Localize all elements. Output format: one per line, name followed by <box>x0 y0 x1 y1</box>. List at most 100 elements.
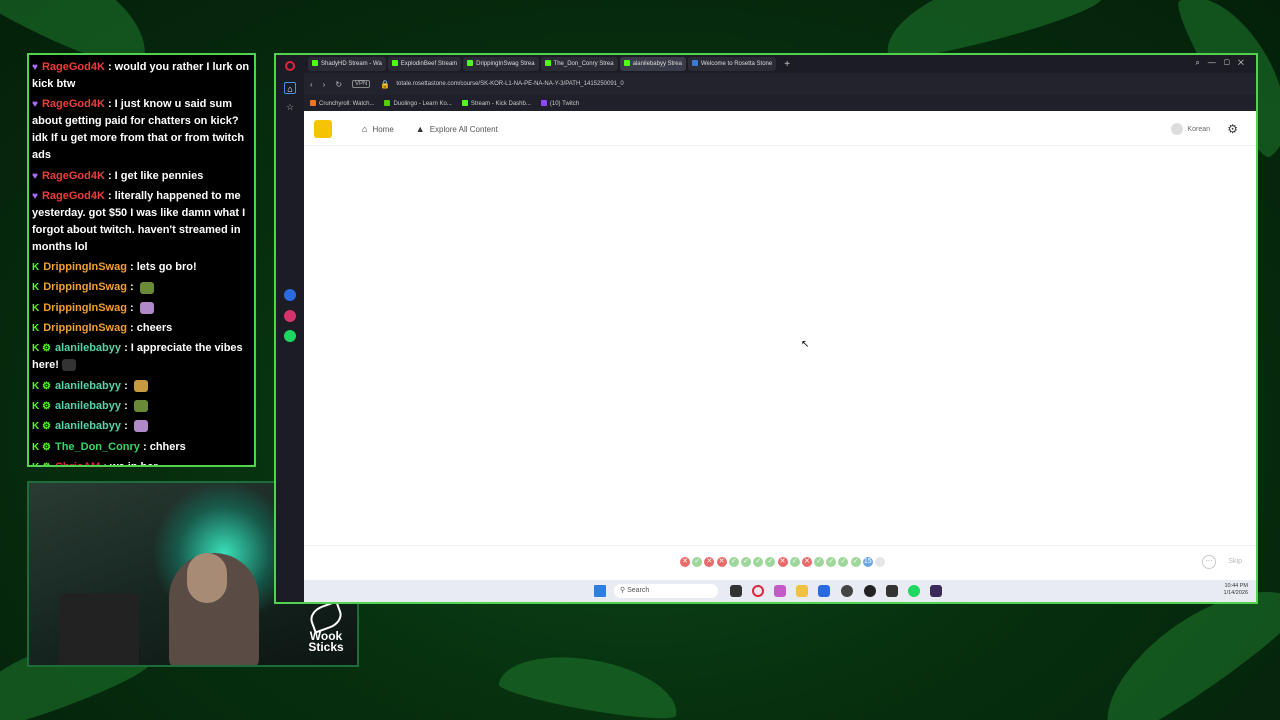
bookmark-favicon-icon <box>384 99 391 106</box>
bookmark-favicon-icon <box>461 99 468 106</box>
chat-username[interactable]: alanilebabyy <box>55 342 121 354</box>
app-icon[interactable] <box>864 585 876 597</box>
chat-message: ♥ RageGod4K : I just know u said sum abou… <box>32 96 251 164</box>
chat-username[interactable]: ChrisAM <box>55 461 100 465</box>
chat-username[interactable]: The_Don_Conry <box>55 441 140 453</box>
more-icon[interactable]: ⋯ <box>1202 555 1216 569</box>
skip-button[interactable]: Skip <box>1228 558 1242 565</box>
opera-logo-icon[interactable] <box>285 61 295 71</box>
progress-dot-correct[interactable]: ✓ <box>753 557 764 567</box>
progress-dot-correct[interactable]: ✓ <box>728 557 739 567</box>
browser-tab[interactable]: The_Don_Conry Strea <box>540 57 618 71</box>
chat-message: ♥ RageGod4K : literally happened to me ye… <box>32 188 251 256</box>
progress-dot-correct[interactable]: ✓ <box>826 557 837 567</box>
vpn-badge[interactable]: VPN <box>352 80 371 88</box>
url-field[interactable]: totale.rosettastone.com/course/SK-KOR-L1… <box>392 77 632 91</box>
chat-username[interactable]: DrippingInSwag <box>43 261 127 273</box>
new-tab-button[interactable]: + <box>784 59 790 70</box>
chat-panel: ♥ RageGod4K : would you rather I lurk on … <box>27 53 256 467</box>
progress-dot-incorrect[interactable]: ✕ <box>716 557 727 567</box>
progress-dot-incorrect[interactable]: ✕ <box>704 557 715 567</box>
bookmark-item[interactable]: Duolingo - Learn Ko... <box>384 99 452 107</box>
app-icon[interactable] <box>818 585 830 597</box>
back-icon[interactable]: ‹ <box>310 80 313 89</box>
system-clock: 10:44 PM 1/14/2026 <box>1224 583 1248 597</box>
progress-dot-correct[interactable]: ✓ <box>740 557 751 567</box>
browser-tab[interactable]: DrippingInSwag Strea <box>463 57 539 71</box>
progress-dot-correct[interactable]: ✓ <box>814 557 825 567</box>
gear-icon[interactable]: ⚙ <box>1227 122 1238 136</box>
bookmark-item[interactable]: (10) Twitch <box>540 99 579 107</box>
file-explorer-icon[interactable] <box>796 585 808 597</box>
chat-username[interactable]: DrippingInSwag <box>43 322 127 334</box>
spotify-taskbar-icon[interactable] <box>908 585 920 597</box>
task-view-icon[interactable] <box>730 585 742 597</box>
progress-dot-correct[interactable]: ✓ <box>765 557 776 567</box>
chat-badge-icon: K <box>32 323 40 335</box>
logo-line2: Sticks <box>308 640 344 654</box>
chat-username[interactable]: alanilebabyy <box>55 380 121 392</box>
window-controls[interactable]: ⌕—▢✕ <box>1195 58 1252 68</box>
progress-dot-correct[interactable]: ✓ <box>692 557 703 567</box>
chat-text: : <box>121 379 131 392</box>
tab-favicon-icon <box>544 60 551 66</box>
chat-username[interactable]: alanilebabyy <box>55 400 121 412</box>
browser-tab[interactable]: alanilebabyy Strea <box>619 57 686 71</box>
tab-favicon-icon <box>691 60 698 66</box>
progress-dot-correct[interactable]: ✓ <box>789 557 800 567</box>
windows-start-icon[interactable] <box>594 585 606 597</box>
rosetta-stone-logo[interactable] <box>314 120 332 138</box>
obs-icon[interactable] <box>930 585 942 597</box>
copilot-icon[interactable] <box>774 585 786 597</box>
progress-dot-correct[interactable]: ✓ <box>850 557 861 567</box>
app-icon[interactable] <box>841 585 853 597</box>
app-icon[interactable] <box>886 585 898 597</box>
progress-dot-incorrect[interactable]: ✕ <box>777 557 788 567</box>
language-selector[interactable]: Korean <box>1171 123 1210 135</box>
chat-emote-icon <box>139 281 154 294</box>
forward-icon[interactable]: › <box>323 80 326 89</box>
chat-message: K ⚙ ChrisAM : we in her <box>32 459 251 465</box>
instagram-icon[interactable] <box>284 310 296 322</box>
progress-dot-empty[interactable] <box>875 557 885 567</box>
user-avatar-icon <box>1171 123 1184 135</box>
nav-explore[interactable]: ▲ Explore All Content <box>416 124 498 134</box>
chat-username[interactable]: DrippingInSwag <box>43 281 127 293</box>
lock-icon: 🔒 <box>380 79 391 89</box>
browser-tab[interactable]: ExplodinBeef Stream <box>387 57 462 71</box>
chat-username[interactable]: DrippingInSwag <box>43 302 127 314</box>
chat-message: K ⚙ The_Don_Conry : chhers <box>32 439 251 456</box>
nav-home[interactable]: ⌂ Home <box>362 124 394 134</box>
chat-message: K ⚙ alanilebabyy : I appreciate the vibes… <box>32 340 251 374</box>
rosetta-nav: ⌂ Home ▲ Explore All Content Korean ⚙ <box>304 113 1256 146</box>
progress-dot-incorrect[interactable]: ✕ <box>680 557 690 567</box>
chat-text: : <box>126 281 137 294</box>
bookmark-item[interactable]: Stream - Kick Dashb... <box>461 99 531 107</box>
star-icon[interactable]: ☆ <box>284 101 296 113</box>
chat-message: K DrippingInSwag : <box>32 279 251 296</box>
chat-username[interactable]: RageGod4K <box>42 61 105 73</box>
chat-text: : cheers <box>126 322 173 335</box>
chat-username[interactable]: RageGod4K <box>42 98 105 110</box>
taskbar-search[interactable]: ⚲ Search <box>614 584 718 598</box>
spotify-icon[interactable] <box>284 330 296 342</box>
browser-tab[interactable]: ShadyHD Stream - Wa <box>308 57 386 71</box>
chat-username[interactable]: RageGod4K <box>42 170 105 182</box>
bookmark-label: Duolingo - Learn Ko... <box>393 100 452 107</box>
chat-badge-icon: K ⚙ <box>32 459 51 465</box>
progress-dot-current[interactable]: 15 <box>862 557 873 567</box>
browser-tab[interactable]: Welcome to Rosetta Stone <box>687 57 777 71</box>
chat-badge-icon: ♥ <box>32 62 38 73</box>
home-icon[interactable]: ⌂ <box>284 82 296 94</box>
messenger-icon[interactable] <box>284 289 296 301</box>
explore-icon: ▲ <box>415 124 425 134</box>
progress-dot-correct[interactable]: ✓ <box>838 557 849 567</box>
progress-dot-incorrect[interactable]: ✕ <box>801 557 812 567</box>
reload-icon[interactable]: ↻ <box>335 80 342 89</box>
chat-username[interactable]: RageGod4K <box>42 190 105 202</box>
chat-username[interactable]: alanilebabyy <box>55 420 121 432</box>
chat-emote-icon <box>133 379 148 392</box>
bookmark-item[interactable]: Crunchyroll: Watch... <box>310 99 374 107</box>
opera-taskbar-icon[interactable] <box>752 585 764 597</box>
chat-text: : lets go bro! <box>126 261 197 274</box>
